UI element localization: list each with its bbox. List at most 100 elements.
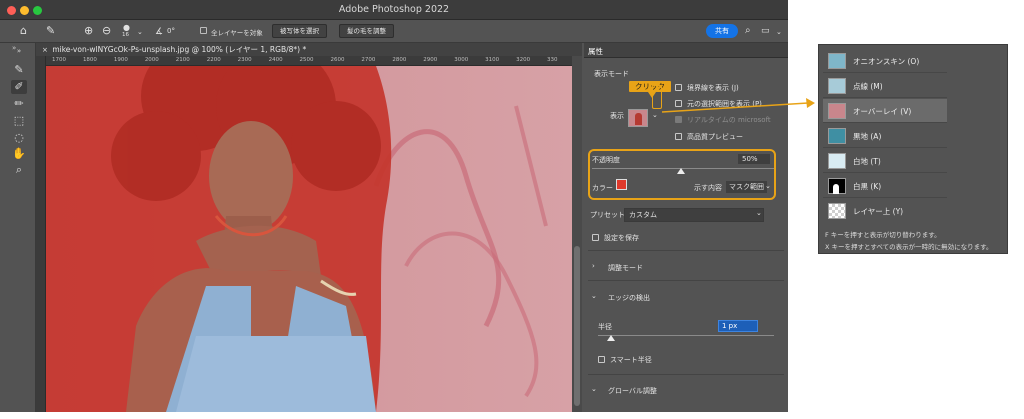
adjust-mode-section[interactable]: 調整モード: [608, 263, 643, 273]
ruler-tick-label: 3000: [454, 57, 469, 63]
document-tab[interactable]: × mike-von-wlNYGcOk-Ps-unsplash.jpg @ 10…: [36, 43, 582, 56]
ruler-tick-label: 1900: [113, 57, 128, 63]
divider: [588, 250, 784, 251]
zoom-tool-icon[interactable]: ⌕: [11, 163, 27, 177]
view-mode-item-overlay[interactable]: オーバーレイ (V): [823, 99, 947, 123]
sample-all-layers-checkbox[interactable]: [200, 27, 207, 34]
app-title: Adobe Photoshop 2022: [338, 4, 450, 15]
angle-icon: ∡: [155, 27, 164, 37]
angle-value[interactable]: 0°: [167, 27, 175, 35]
smart-radius-label: スマート半径: [610, 356, 652, 364]
divider: [588, 374, 784, 375]
refine-hair-button[interactable]: 髪の毛を調整: [339, 24, 394, 38]
opacity-color-highlight: [588, 149, 776, 200]
expand-panels-icon[interactable]: »: [12, 44, 16, 52]
radius-slider[interactable]: [598, 335, 774, 336]
search-icon[interactable]: ⌕: [745, 24, 751, 38]
close-tab-icon[interactable]: ×: [42, 46, 52, 54]
ruler-tick-label: 2100: [175, 57, 190, 63]
menu-item-label: オーバーレイ (V): [853, 107, 912, 116]
properties-tab[interactable]: 属性: [584, 43, 788, 58]
add-to-selection-icon[interactable]: ⊕: [84, 24, 93, 38]
radius-slider-handle[interactable]: [607, 335, 615, 341]
ruler-tick-label: 330: [547, 57, 558, 63]
ruler-tick-label: 1700: [52, 57, 66, 63]
quick-selection-tool-icon[interactable]: ✎: [46, 24, 55, 38]
menu-item-label: 白地 (T): [853, 157, 881, 166]
black-white-thumbnail: [828, 178, 846, 194]
ruler-tick-label: 2500: [299, 57, 314, 63]
tools-panel: » ✎ ✐ ✏ ⬚ ◌ ✋ ⌕: [0, 43, 36, 412]
subtract-from-selection-icon[interactable]: ⊖: [102, 24, 111, 38]
edge-detection-chevron-icon[interactable]: ⌄: [591, 292, 597, 300]
click-callout: クリック: [629, 81, 671, 92]
select-subject-button[interactable]: 被写体を選択: [272, 24, 327, 38]
ruler-tick-label: 3200: [516, 57, 531, 63]
divider: [588, 280, 784, 281]
adjust-mode-chevron-icon[interactable]: ›: [592, 262, 595, 270]
preset-dropdown[interactable]: カスタム: [624, 208, 764, 222]
refine-edge-brush-icon[interactable]: ✐: [11, 80, 27, 94]
scrollbar-thumb[interactable]: [574, 246, 580, 406]
show-edge-label: 境界線を表示 (J): [687, 84, 739, 92]
view-mode-menu: オニオンスキン (O) 点線 (M) オーバーレイ (V) 黒地 (A) 白地 …: [818, 44, 1008, 254]
onion-skin-thumbnail: [828, 53, 846, 69]
menu-item-label: オニオンスキン (O): [853, 57, 920, 66]
brush-tool-icon[interactable]: ✏: [11, 97, 27, 111]
document-tab-label: mike-von-wlNYGcOk-Ps-unsplash.jpg @ 100%…: [52, 45, 307, 54]
sample-all-layers-label: 全レイヤーを対象: [211, 29, 263, 37]
radius-label: 半径: [598, 323, 612, 331]
lasso-tool-icon[interactable]: ◌: [11, 131, 27, 145]
share-button[interactable]: 共有: [706, 24, 738, 38]
object-selection-tool-icon[interactable]: ⬚: [11, 114, 27, 128]
view-mode-item-on-layers[interactable]: レイヤー上 (Y): [823, 199, 947, 223]
ruler-tick-label: 2600: [330, 57, 345, 63]
vertical-ruler: [36, 56, 46, 412]
preset-chevron-icon[interactable]: ⌄: [756, 209, 762, 217]
properties-tab-label: 属性: [588, 47, 603, 56]
ruler-tick-label: 2000: [144, 57, 159, 63]
menu-item-label: 黒地 (A): [853, 132, 882, 141]
brush-size-value: 16: [122, 32, 129, 38]
edge-detection-section[interactable]: エッジの検出: [608, 293, 650, 303]
menu-item-label: 白黒 (K): [853, 182, 882, 191]
workspace-icon[interactable]: ▭: [761, 24, 770, 38]
ruler-tick-label: 2800: [392, 57, 407, 63]
marching-ants-thumbnail: [828, 78, 846, 94]
remember-settings-label: 設定を保存: [604, 234, 639, 242]
ruler-tick-label: 2700: [361, 57, 376, 63]
menu-note-f-key: F キーを押すと表示が切り替わります。: [825, 231, 941, 239]
workspace-chevron-icon[interactable]: ⌄: [776, 25, 782, 39]
high-quality-preview-label: 高品質プレビュー: [687, 133, 743, 141]
quick-selection-tool-icon[interactable]: ✎: [11, 63, 27, 77]
connector-arrow: [661, 98, 815, 113]
ruler-tick-label: 2400: [268, 57, 283, 63]
menu-item-label: 点線 (M): [853, 82, 883, 91]
view-mode-item-marching-ants[interactable]: 点線 (M): [823, 74, 947, 98]
options-bar: ⌂ ✎ ⊕ ⊖ ● 16 ⌄ ∡ 0° 全レイヤーを対象 被写体を選択 髪の毛を…: [0, 20, 788, 43]
view-mode-item-on-black[interactable]: 黒地 (A): [823, 124, 947, 148]
home-icon[interactable]: ⌂: [20, 24, 27, 38]
global-refinements-section[interactable]: グローバル調整: [608, 386, 657, 396]
view-mode-section-title: 表示モード: [594, 70, 629, 78]
view-mode-item-onion-skin[interactable]: オニオンスキン (O): [823, 49, 947, 73]
view-mode-item-black-white[interactable]: 白黒 (K): [823, 174, 947, 198]
ruler-tick-label: 3100: [485, 57, 500, 63]
global-refinements-chevron-icon[interactable]: ⌄: [591, 385, 597, 393]
view-mode-thumbnail[interactable]: [628, 109, 648, 127]
remember-settings-checkbox[interactable]: [592, 234, 599, 241]
on-black-thumbnail: [828, 128, 846, 144]
vertical-scrollbar[interactable]: [572, 56, 582, 412]
radius-value[interactable]: 1 px: [718, 320, 758, 332]
view-mode-item-on-white[interactable]: 白地 (T): [823, 149, 947, 173]
high-quality-preview-checkbox[interactable]: [675, 133, 682, 140]
image-canvas[interactable]: [46, 66, 572, 412]
preset-label: プリセット: [590, 211, 625, 219]
overlay-thumbnail: [828, 103, 846, 119]
show-edge-checkbox[interactable]: [675, 84, 682, 91]
view-mode-dropdown-chevron-icon[interactable]: ⌄: [652, 111, 658, 119]
menu-item-label: レイヤー上 (Y): [853, 207, 904, 216]
chevron-down-icon[interactable]: ⌄: [137, 25, 143, 39]
smart-radius-checkbox[interactable]: [598, 356, 605, 363]
hand-tool-icon[interactable]: ✋: [11, 147, 27, 161]
